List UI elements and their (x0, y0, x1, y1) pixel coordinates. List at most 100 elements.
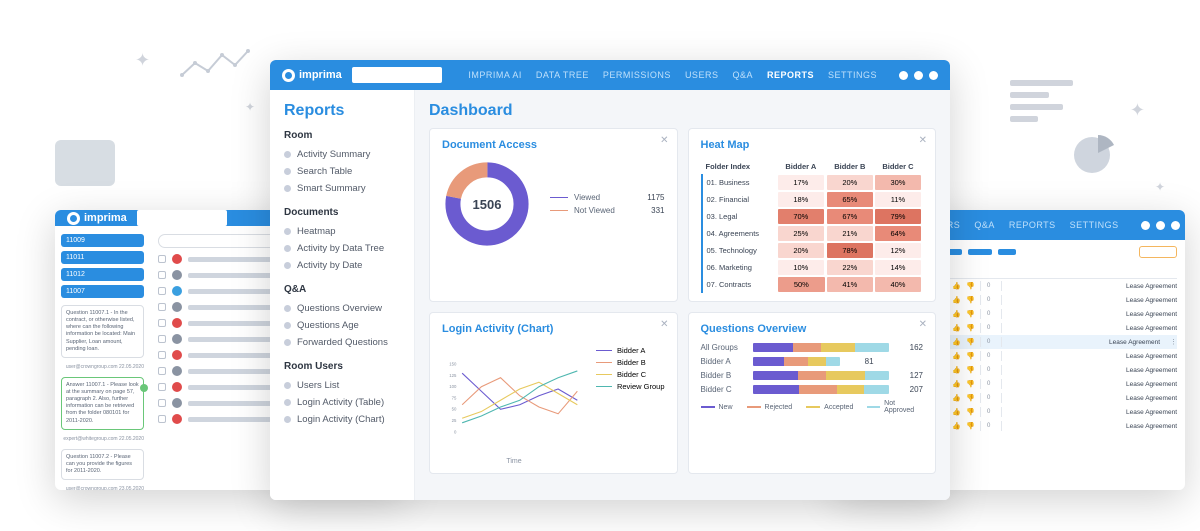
thumbs-down-icon[interactable]: 👎 (966, 338, 974, 346)
sidebar-item[interactable]: Activity by Date (284, 257, 400, 274)
message-box[interactable]: Question 11007.1 - In the contract, or o… (61, 305, 144, 358)
card-document-access: ✕ Document Access 1506 Viewed1175Not Vie… (429, 128, 678, 302)
action-button[interactable] (1139, 246, 1177, 258)
close-icon[interactable]: ✕ (919, 135, 927, 146)
thumbs-down-icon[interactable]: 👎 (966, 282, 974, 290)
checkbox[interactable] (158, 319, 166, 327)
sidebar-item-label: Activity Summary (297, 149, 370, 160)
stacked-bar-row: Bidder B127 (701, 371, 924, 380)
card-title: Questions Overview (701, 323, 924, 335)
checkbox[interactable] (158, 351, 166, 359)
sidebar-group-label: Documents (284, 207, 400, 218)
thumbs-down-icon[interactable]: 👎 (966, 310, 974, 318)
checkbox[interactable] (158, 367, 166, 375)
sidebar-item-label: Search Table (297, 166, 352, 177)
svg-text:125: 125 (449, 373, 457, 378)
status-dot-icon (172, 350, 182, 360)
thumbs-down-icon[interactable]: 👎 (966, 324, 974, 332)
thumbs-up-icon[interactable]: 👍 (952, 296, 960, 304)
sidebar-item[interactable]: Activity by Data Tree (284, 240, 400, 257)
nav-item[interactable]: USERS (685, 70, 719, 80)
status-dot-icon (172, 398, 182, 408)
checkbox[interactable] (158, 271, 166, 279)
window-controls[interactable] (899, 71, 938, 80)
x-axis-label: Time (442, 458, 586, 465)
card-title: Login Activity (Chart) (442, 323, 665, 335)
sidebar-item-label: Activity by Data Tree (297, 243, 384, 254)
nav-item[interactable]: DATA TREE (536, 70, 589, 80)
bar-list-icon (1010, 80, 1080, 128)
bullet-icon (284, 322, 291, 329)
thumbs-down-icon[interactable]: 👎 (966, 408, 974, 416)
sidebar-item[interactable]: Users List (284, 377, 400, 394)
sidebar-item[interactable]: Heatmap (284, 223, 400, 240)
svg-text:25: 25 (452, 418, 457, 423)
nav-item[interactable]: PERMISSIONS (603, 70, 671, 80)
thumbs-down-icon[interactable]: 👎 (966, 380, 974, 388)
checkbox[interactable] (158, 287, 166, 295)
thumbs-up-icon[interactable]: 👍 (952, 380, 960, 388)
search-input[interactable] (352, 67, 442, 83)
close-icon[interactable]: ✕ (919, 319, 927, 330)
checkbox[interactable] (158, 399, 166, 407)
status-dot-icon (172, 286, 182, 296)
thumbs-up-icon[interactable]: 👍 (952, 282, 960, 290)
sidebar-item-label: Activity by Date (297, 260, 362, 271)
thumbs-up-icon[interactable]: 👍 (952, 366, 960, 374)
sidebar-item[interactable]: Smart Summary (284, 180, 400, 197)
checkbox[interactable] (158, 335, 166, 343)
sidebar-item[interactable]: Login Activity (Table) (284, 394, 400, 411)
thumbs-down-icon[interactable]: 👎 (966, 296, 974, 304)
thumbs-down-icon[interactable]: 👎 (966, 366, 974, 374)
search-input[interactable] (137, 210, 227, 226)
thumbs-up-icon[interactable]: 👍 (952, 310, 960, 318)
sidebar-item[interactable]: Questions Overview (284, 300, 400, 317)
nav-item[interactable]: REPORTS (767, 70, 814, 80)
sparkle-icon: ✦ (1155, 180, 1165, 194)
stacked-bar-row: Bidder A81 (701, 357, 924, 366)
close-icon[interactable]: ✕ (660, 319, 668, 330)
svg-text:75: 75 (452, 395, 457, 400)
thumbs-up-icon[interactable]: 👍 (952, 338, 960, 346)
thread-pill[interactable]: 11009 (61, 234, 144, 247)
thumbs-up-icon[interactable]: 👍 (952, 422, 960, 430)
close-icon[interactable]: ✕ (660, 135, 668, 146)
thumbs-down-icon[interactable]: 👎 (966, 352, 974, 360)
thumbs-up-icon[interactable]: 👍 (952, 324, 960, 332)
sparkle-icon: ✦ (135, 50, 150, 71)
thumbs-down-icon[interactable]: 👎 (966, 394, 974, 402)
nav-item[interactable]: Q&A (732, 70, 753, 80)
thumbs-up-icon[interactable]: 👍 (952, 352, 960, 360)
sidebar-title: Reports (284, 102, 400, 120)
top-nav: IMPRIMA AI DATA TREE PERMISSIONS USERS Q&A RE… (468, 70, 877, 80)
sidebar-item[interactable]: Activity Summary (284, 146, 400, 163)
message-box[interactable]: Question 11007.2 - Please can you provid… (61, 449, 144, 480)
sidebar-item[interactable]: Questions Age (284, 317, 400, 334)
bullet-icon (284, 416, 291, 423)
thread-pill[interactable]: 11012 (61, 268, 144, 281)
bullet-icon (284, 228, 291, 235)
status-dot-icon (172, 382, 182, 392)
thumbs-up-icon[interactable]: 👍 (952, 394, 960, 402)
card-login-activity: ✕ Login Activity (Chart) 150125100755025… (429, 312, 678, 474)
checkbox[interactable] (158, 303, 166, 311)
checkbox[interactable] (158, 415, 166, 423)
sidebar-item[interactable]: Forwarded Questions (284, 334, 400, 351)
top-nav: USERSQ&AREPORTSSETTINGS (927, 220, 1119, 230)
sidebar-item-label: Smart Summary (297, 183, 366, 194)
window-controls[interactable] (1141, 221, 1180, 230)
nav-item[interactable]: SETTINGS (828, 70, 877, 80)
line-chart: 1501251007550250 (442, 343, 586, 453)
checkbox[interactable] (158, 255, 166, 263)
message-box[interactable]: Answer 11007.1 - Please look at the summ… (61, 377, 144, 430)
nav-item[interactable]: IMPRIMA AI (468, 70, 522, 80)
thumbs-down-icon[interactable]: 👎 (966, 422, 974, 430)
thread-pill[interactable]: 11007 (61, 285, 144, 298)
sidebar-item[interactable]: Login Activity (Chart) (284, 411, 400, 428)
card-title: Heat Map (701, 139, 924, 151)
bullet-icon (284, 168, 291, 175)
checkbox[interactable] (158, 383, 166, 391)
thumbs-up-icon[interactable]: 👍 (952, 408, 960, 416)
thread-pill[interactable]: 11011 (61, 251, 144, 264)
sidebar-item[interactable]: Search Table (284, 163, 400, 180)
